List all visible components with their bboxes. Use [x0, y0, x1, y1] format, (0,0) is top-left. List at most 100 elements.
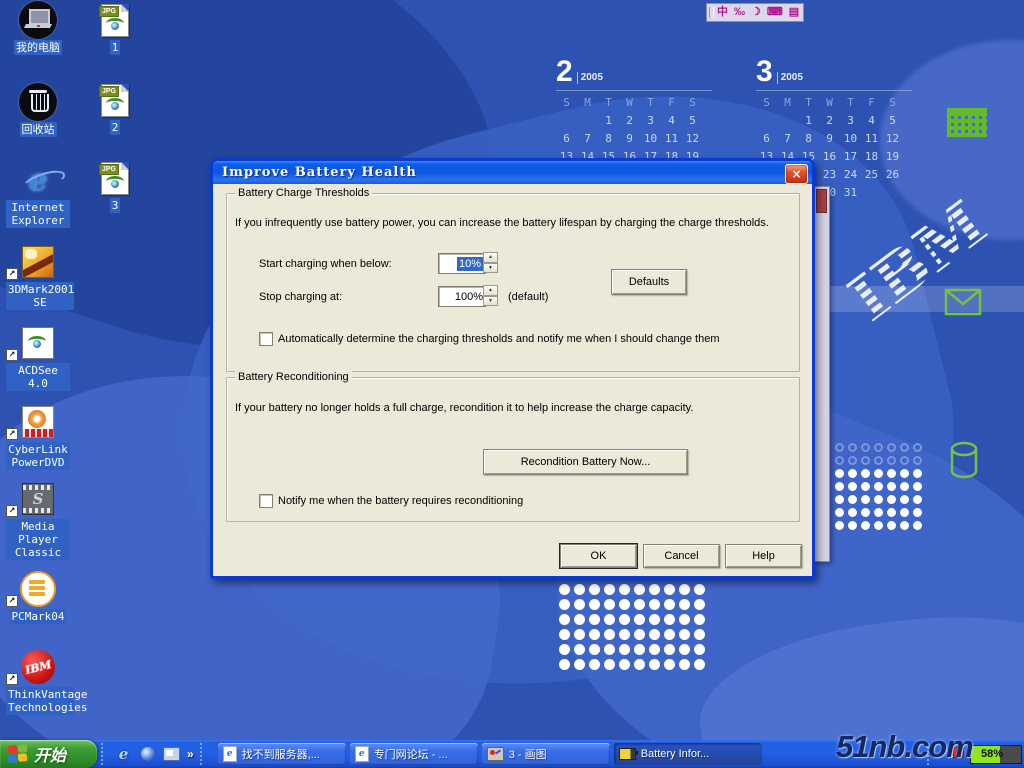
wallpaper-dot-grid: [833, 442, 924, 533]
calendar-day: 24: [840, 168, 861, 182]
my-computer-icon: [19, 1, 57, 39]
desktop-icon-my-computer[interactable]: 我的电脑: [6, 2, 70, 56]
wallpaper-band: [828, 286, 1024, 312]
auto-determine-checkbox[interactable]: [259, 332, 273, 346]
spin-up-icon[interactable]: ▲: [483, 252, 498, 263]
wallpaper-dot: [835, 495, 844, 504]
powerdvd-icon: [22, 406, 54, 438]
wallpaper-dot: [874, 469, 883, 478]
wallpaper-dot: [619, 614, 630, 625]
desktop-icon-media-player-classic[interactable]: S ↗ Media Player Classic: [6, 481, 70, 561]
wallpaper-dot: [634, 584, 645, 595]
desktop-icon-3dmark2001[interactable]: ↗ 3DMark2001 SE: [6, 244, 70, 311]
calendar-weekday: M: [777, 96, 798, 110]
shortcut-arrow-icon: ↗: [6, 505, 18, 517]
close-icon[interactable]: ×: [785, 164, 808, 184]
desktop-icon-powerdvd[interactable]: ↗ CyberLink PowerDVD: [6, 404, 70, 471]
auto-determine-label: Automatically determine the charging thr…: [278, 333, 719, 345]
calendar-weekday: F: [861, 96, 882, 110]
icon-label: Internet Explorer: [6, 200, 70, 228]
quick-launch-overflow-chevron[interactable]: »: [187, 747, 194, 761]
ime-icon[interactable]: ▤: [789, 7, 799, 18]
ime-grip[interactable]: [709, 7, 714, 18]
calendar-day: 1: [798, 114, 819, 128]
wallpaper-dot: [604, 629, 615, 640]
wallpaper-dot: [589, 659, 600, 670]
calendar-day: 25: [861, 168, 882, 182]
battery-reconditioning-group: Battery Reconditioning If your battery n…: [226, 377, 800, 522]
cancel-button[interactable]: Cancel: [643, 544, 720, 568]
wallpaper-dot: [887, 443, 896, 452]
show-desktop-icon[interactable]: [163, 746, 180, 763]
tray-notification-icon[interactable]: [953, 747, 964, 758]
quick-launch-app-icon[interactable]: [139, 746, 156, 763]
shortcut-arrow-icon: ↗: [6, 268, 18, 280]
taskbar-task-button[interactable]: e专门网论坛 - ...: [350, 743, 478, 765]
internet-explorer-quicklaunch-icon[interactable]: e: [115, 746, 132, 763]
desktop-icon-acdsee[interactable]: ↗ ACDSee 4.0: [6, 325, 70, 392]
desktop-icon-jpg-1[interactable]: JPG 1: [86, 2, 144, 56]
database-cylinder-icon: [948, 440, 980, 487]
wallpaper-dot: [574, 614, 585, 625]
wallpaper-dot: [649, 659, 660, 670]
wallpaper-dot: [559, 644, 570, 655]
calendar-day: 26: [882, 168, 903, 182]
wallpaper-dot: [835, 508, 844, 517]
spin-up-icon[interactable]: ▲: [483, 285, 498, 296]
desktop-icon-pcmark04[interactable]: ↗ PCMark04: [6, 571, 70, 625]
start-button[interactable]: 开始: [0, 740, 97, 768]
wallpaper-dot: [679, 659, 690, 670]
spin-down-icon[interactable]: ▼: [483, 263, 498, 274]
calendar-weekday-row: SMTWTFS: [756, 90, 912, 111]
task-button-label: 3 - 画图: [509, 746, 547, 762]
desktop-icon-jpg-3[interactable]: JPG 3: [86, 160, 144, 214]
desktop-icon-thinkvantage[interactable]: IBM ↗ ThinkVantage Technologies: [6, 649, 70, 716]
ie-page-icon: e: [223, 746, 237, 762]
desktop-icon-recycle-bin[interactable]: 回收站: [6, 84, 70, 138]
help-button[interactable]: Help: [725, 544, 802, 568]
taskbar-task-button[interactable]: Battery Infor...: [614, 743, 762, 765]
wallpaper-dot: [861, 482, 870, 491]
wallpaper-dot: [874, 443, 883, 452]
ime-icon[interactable]: ‰: [734, 7, 745, 18]
ime-icon[interactable]: ☽: [751, 7, 761, 18]
wallpaper-dot: [874, 495, 883, 504]
wallpaper-dot: [664, 599, 675, 610]
notify-reconditioning-checkbox[interactable]: [259, 494, 273, 508]
calendar-day: 6: [756, 132, 777, 146]
desktop-icon-jpg-2[interactable]: JPG 2: [86, 82, 144, 136]
recondition-battery-button[interactable]: Recondition Battery Now...: [483, 449, 688, 475]
defaults-button[interactable]: Defaults: [611, 269, 687, 295]
jpg-file-icon: JPG: [101, 4, 129, 37]
wallpaper-dot: [634, 659, 645, 670]
dialog-titlebar[interactable]: Improve Battery Health ×: [213, 161, 812, 184]
taskbar: 开始 e » e找不到服务器,...e专门网论坛 - ... 3 - 画图 Batt…: [0, 740, 1024, 768]
desktop-icon-internet-explorer[interactable]: e Internet Explorer: [6, 162, 70, 229]
calendar-weekday: T: [598, 96, 619, 110]
wallpaper-dot: [619, 659, 630, 670]
shortcut-arrow-icon: ↗: [6, 673, 18, 685]
ime-icon[interactable]: 中: [717, 7, 728, 18]
wallpaper-dot: [619, 584, 630, 595]
wallpaper-dot: [887, 482, 896, 491]
battery-information-window-edge[interactable]: [814, 186, 830, 562]
spin-down-icon[interactable]: ▼: [483, 296, 498, 307]
taskbar-task-button[interactable]: 3 - 画图: [482, 743, 610, 765]
taskbar-task-button[interactable]: e找不到服务器,...: [218, 743, 346, 765]
start-threshold-value: 10%: [457, 257, 483, 271]
start-threshold-spinbox[interactable]: 10%: [438, 253, 486, 274]
calendar-day: 11: [661, 132, 682, 146]
ok-button[interactable]: OK: [560, 544, 637, 568]
ime-language-bar[interactable]: 中 ‰ ☽ ⌨ ▤: [706, 3, 804, 22]
wallpaper-dot: [589, 644, 600, 655]
wallpaper-dot: [848, 482, 857, 491]
ime-bar-icons: 中 ‰ ☽ ⌨ ▤: [717, 7, 799, 18]
calendar-day: 4: [661, 114, 682, 128]
calendar-day: 9: [819, 132, 840, 146]
wallpaper-dot: [664, 659, 675, 670]
shortcut-arrow-icon: ↗: [6, 595, 18, 607]
ime-icon[interactable]: ⌨: [767, 7, 783, 18]
wallpaper-dot: [694, 584, 705, 595]
stop-threshold-spinbox[interactable]: 100%: [438, 286, 486, 307]
battery-gauge[interactable]: 58%: [970, 745, 1022, 764]
